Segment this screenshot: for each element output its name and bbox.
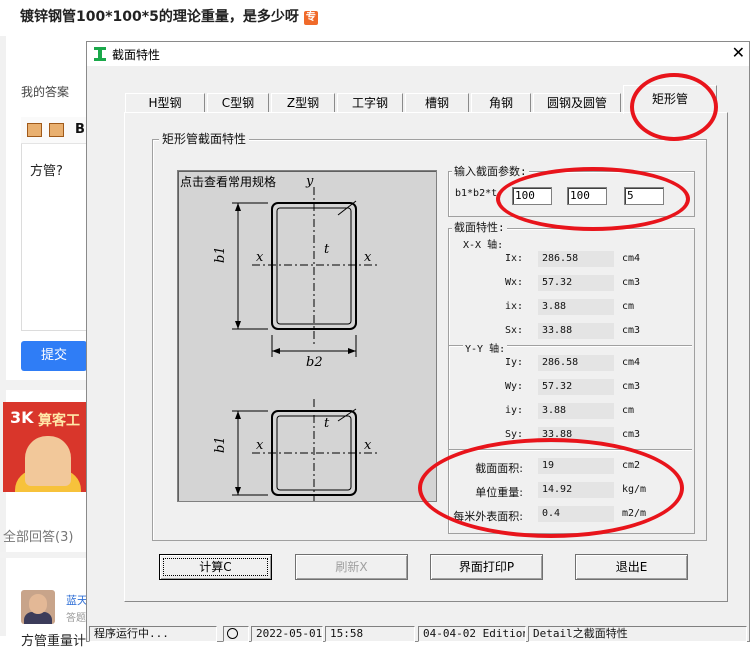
wy-label: Wy:	[504, 381, 523, 392]
wy-unit: cm3	[622, 381, 641, 392]
drawing-x-right-label: x	[364, 250, 372, 265]
status-state: 程序运行中...	[89, 626, 217, 642]
xx-axis-label: X-X 轴:	[463, 240, 504, 251]
clock-icon	[227, 628, 238, 639]
drawing-x2-right-label: x	[364, 438, 372, 453]
status-clock	[223, 626, 249, 642]
banner-text: 算客工	[38, 413, 80, 429]
dims-label: b1*b2*t	[455, 188, 498, 199]
sy-label: Sy:	[504, 429, 523, 440]
sx-unit: cm3	[622, 325, 641, 336]
avatar[interactable]	[21, 590, 55, 624]
focus-rect	[163, 558, 268, 576]
iy-radius-label: iy:	[504, 405, 523, 416]
question-title-text: 镀锌钢管100*100*5的理论重量，是多少呀	[20, 9, 299, 25]
ix-label: Ix:	[504, 253, 523, 264]
iy-label: Iy:	[504, 357, 523, 368]
tab-h-steel[interactable]: H型钢	[125, 93, 205, 113]
tab-angle[interactable]: 角钢	[471, 93, 531, 113]
annotation-input-ellipse	[496, 167, 690, 231]
ad-banner[interactable]: 3K 算客工	[3, 402, 89, 492]
question-tag-badge: 专	[303, 11, 318, 25]
answer-text[interactable]: 方管?	[30, 160, 63, 179]
iy-radius-value: 3.88	[538, 403, 614, 419]
ix-value: 286.58	[538, 251, 614, 267]
status-edition: 04-04-02 Edition	[418, 626, 526, 642]
tab-i-beam[interactable]: 工字钢	[337, 93, 403, 113]
dialog-titlebar[interactable]: 截面特性 ✕	[87, 42, 749, 66]
wx-value: 57.32	[538, 275, 614, 291]
sy-unit: cm3	[622, 429, 641, 440]
exit-button[interactable]: 退出E	[575, 554, 688, 580]
drawing-t-label: t	[324, 242, 330, 257]
submit-button[interactable]: 提交	[21, 341, 87, 371]
section-divider-2	[0, 552, 92, 558]
user-name-link[interactable]: 蓝天	[66, 592, 88, 608]
status-time: 15:58	[325, 626, 415, 642]
ix-radius-label: ix:	[504, 301, 523, 312]
image-icon[interactable]	[27, 123, 42, 137]
my-answer-label: 我的答案	[21, 85, 70, 99]
drawing-caption[interactable]: 点击查看常用规格	[180, 173, 276, 190]
group-title: 矩形管截面特性	[159, 130, 250, 147]
user-subtitle: 答题	[66, 613, 86, 624]
iy-value: 286.58	[538, 355, 614, 371]
drawing-x-left-label: x	[256, 250, 264, 265]
tab-c-steel[interactable]: C型钢	[207, 93, 269, 113]
print-button[interactable]: 界面打印P	[430, 554, 543, 580]
answer-editor[interactable]	[21, 117, 93, 331]
banner-person	[25, 436, 71, 486]
wy-value: 57.32	[538, 379, 614, 395]
wx-label: Wx:	[504, 277, 523, 288]
drawing-y-label: y	[305, 174, 314, 189]
section-drawing-svg: y x x b1 b2 t x x b1 y t	[213, 174, 378, 501]
refresh-button[interactable]: 刷新X	[295, 554, 408, 580]
banner-logo: 3K	[10, 408, 34, 427]
iy-radius-unit: cm	[622, 405, 635, 416]
status-detail: Detail之截面特性	[528, 626, 747, 642]
section-drawing[interactable]: y x x b1 b2 t x x b1 y t 点击查看常用规格	[177, 170, 437, 502]
close-icon[interactable]: ✕	[732, 43, 745, 63]
answer-preview-text: 方管重量计	[21, 634, 87, 649]
input-params-label: 输入截面参数:	[452, 163, 529, 179]
all-answers-heading: 全部回答(3)	[3, 530, 74, 545]
section-divider	[0, 380, 92, 390]
insert-image-icon[interactable]	[49, 123, 64, 137]
ix-radius-unit: cm	[622, 301, 635, 312]
sx-value: 33.88	[538, 323, 614, 339]
calculate-button[interactable]: 计算C	[159, 554, 272, 580]
ix-radius-value: 3.88	[538, 299, 614, 315]
sx-label: Sx:	[504, 325, 523, 336]
tab-round-pipe[interactable]: 圆钢及圆管	[533, 93, 621, 113]
drawing-b1-lower-label: b1	[213, 436, 228, 453]
bold-button[interactable]: B	[75, 122, 85, 137]
annotation-result-ellipse	[418, 438, 684, 538]
drawing-b1-label: b1	[213, 246, 228, 263]
question-title: 镀锌钢管100*100*5的理论重量，是多少呀专	[20, 6, 318, 26]
status-date: 2022-05-01	[251, 626, 323, 642]
drawing-t-lower-label: t	[324, 416, 330, 431]
app-icon	[94, 47, 106, 61]
tab-channel[interactable]: 槽钢	[405, 93, 469, 113]
properties-label: 截面特性:	[452, 219, 507, 235]
wx-unit: cm3	[622, 277, 641, 288]
dialog-title: 截面特性	[112, 48, 161, 62]
avatar-head	[29, 594, 47, 614]
drawing-y-lower-label: y	[305, 498, 314, 501]
editor-toolbar: B	[21, 117, 91, 144]
tab-z-steel[interactable]: Z型钢	[271, 93, 335, 113]
ix-unit: cm4	[622, 253, 641, 264]
status-bar: 程序运行中... 2022-05-01 15:58 04-04-02 Editi…	[87, 624, 749, 642]
drawing-b2-label: b2	[306, 355, 323, 370]
drawing-x2-left-label: x	[256, 438, 264, 453]
annotation-tab-ellipse	[630, 73, 718, 141]
page-left-strip	[0, 36, 6, 636]
iy-unit: cm4	[622, 357, 641, 368]
yy-axis-label: Y-Y 轴:	[463, 340, 508, 355]
